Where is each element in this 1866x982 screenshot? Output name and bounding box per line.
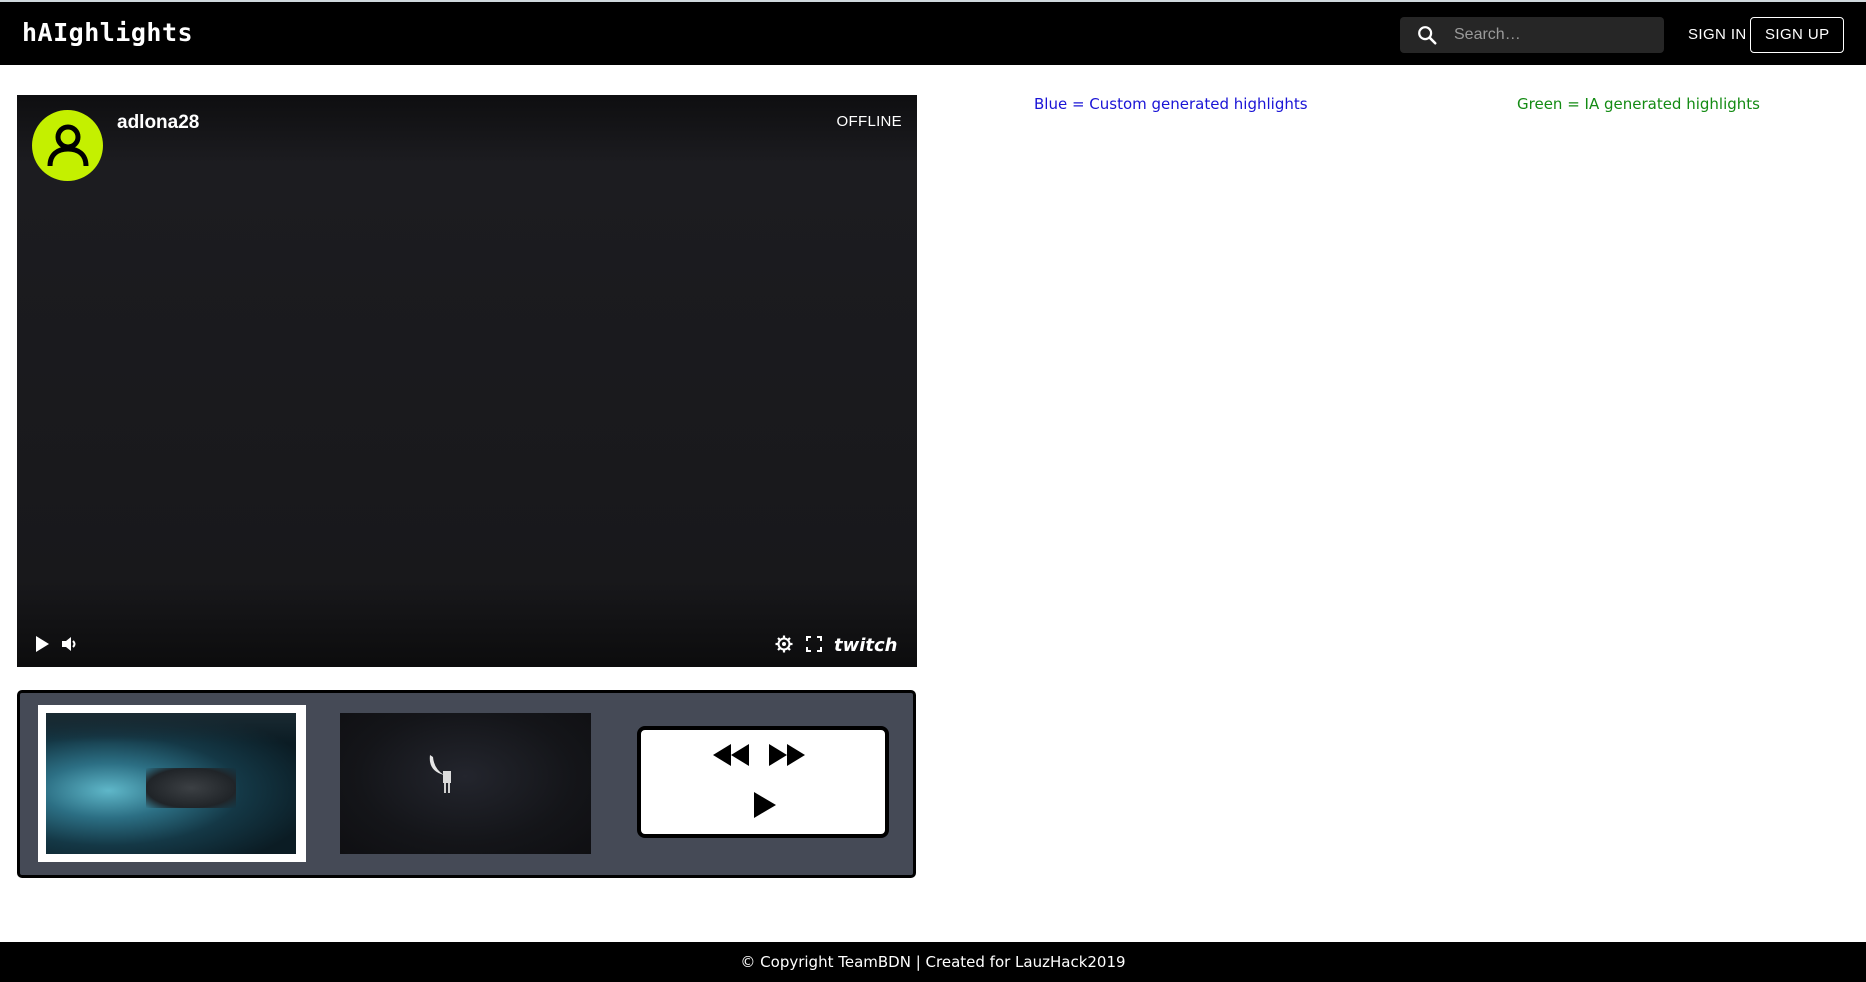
rewind-icon[interactable] xyxy=(713,744,749,766)
stream-status: OFFLINE xyxy=(836,113,902,130)
search-input[interactable] xyxy=(1454,17,1654,53)
legend-ai-highlights: Green = IA generated highlights xyxy=(1517,95,1760,113)
legend-custom-highlights: Blue = Custom generated highlights xyxy=(1034,95,1308,113)
svg-text:twitch: twitch xyxy=(834,635,898,655)
highlight-image-1 xyxy=(46,713,296,854)
play-icon[interactable] xyxy=(754,792,776,818)
footer: © Copyright TeamBDN | Created for LauzHa… xyxy=(0,942,1866,982)
volume-icon[interactable] xyxy=(61,635,79,653)
video-player[interactable]: adlona28 OFFLINE twitch xyxy=(17,95,917,667)
channel-avatar[interactable] xyxy=(32,110,103,181)
search-icon xyxy=(1418,26,1437,45)
highlight-thumbnail-2[interactable] xyxy=(340,713,591,854)
playback-controls xyxy=(637,726,889,838)
fast-forward-icon[interactable] xyxy=(769,744,805,766)
sign-up-button[interactable]: SIGN UP xyxy=(1750,17,1845,53)
highlight-thumbnail-1[interactable] xyxy=(38,705,306,862)
channel-name[interactable]: adlona28 xyxy=(117,112,199,134)
play-icon[interactable] xyxy=(33,635,51,653)
twitch-logo[interactable]: twitch xyxy=(834,635,902,655)
user-icon xyxy=(47,124,89,167)
highlights-strip xyxy=(17,690,916,878)
fullscreen-icon[interactable] xyxy=(805,635,823,653)
settings-icon[interactable] xyxy=(775,635,793,653)
app-bar: hAIghlights SIGN IN SIGN UP xyxy=(0,0,1866,65)
sign-in-button[interactable]: SIGN IN xyxy=(1680,18,1755,52)
search-box[interactable] xyxy=(1400,17,1664,53)
app-logo[interactable]: hAIghlights xyxy=(22,18,193,47)
highlight-image-2 xyxy=(429,755,451,793)
footer-text: © Copyright TeamBDN | Created for LauzHa… xyxy=(740,953,1126,971)
